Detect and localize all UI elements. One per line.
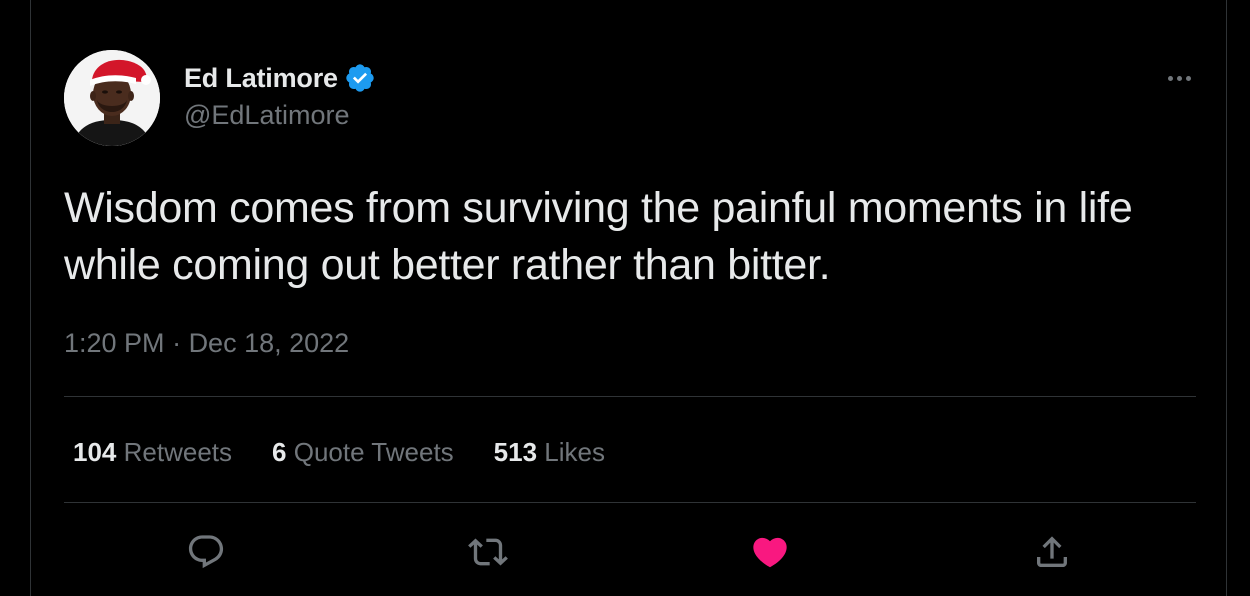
- retweets-stat[interactable]: 104 Retweets: [73, 437, 232, 468]
- share-button[interactable]: [1028, 528, 1076, 576]
- heart-icon: [753, 537, 787, 568]
- tweet-text: Wisdom comes from surviving the painful …: [64, 184, 1133, 289]
- timestamp-separator: ·: [164, 328, 189, 358]
- avatar-image: [64, 50, 160, 146]
- like-button[interactable]: [746, 528, 794, 576]
- action-bar: [31, 528, 1228, 576]
- quotes-count: 6: [272, 436, 287, 467]
- tweet-date[interactable]: Dec 18, 2022: [189, 328, 350, 359]
- likes-count: 513: [493, 436, 538, 467]
- more-dot-icon: [1167, 75, 1173, 81]
- author-name[interactable]: Ed Latimore: [184, 63, 338, 94]
- likes-label: Likes: [544, 436, 605, 467]
- tweet-card: Ed Latimore @EdLatimore Wisdom comes fro…: [30, 0, 1227, 596]
- more-options-button[interactable]: [1159, 64, 1199, 92]
- retweet-button[interactable]: [464, 528, 512, 576]
- divider: [64, 502, 1196, 503]
- retweets-count: 104: [73, 436, 117, 467]
- divider: [64, 396, 1196, 397]
- avatar[interactable]: [64, 50, 160, 146]
- reply-icon: [188, 535, 224, 569]
- more-dot-icon: [1176, 75, 1182, 81]
- reply-button[interactable]: [182, 528, 230, 576]
- likes-stat[interactable]: 513 Likes: [494, 437, 605, 468]
- quotes-label: Quote Tweets: [293, 436, 454, 467]
- verified-badge-icon: [344, 62, 376, 94]
- share-icon: [1037, 536, 1067, 567]
- tweet-timestamp[interactable]: 1:20 PM · Dec 18, 2022: [64, 328, 349, 359]
- author-name-row[interactable]: Ed Latimore: [184, 60, 376, 96]
- retweet-icon: [468, 538, 508, 566]
- quotes-stat[interactable]: 6 Quote Tweets: [272, 437, 454, 468]
- author-handle[interactable]: @EdLatimore: [184, 100, 349, 131]
- engagement-stats: 104 Retweets 6 Quote Tweets 513 Likes: [73, 434, 645, 470]
- tweet-time[interactable]: 1:20 PM: [64, 328, 165, 359]
- more-dot-icon: [1185, 75, 1191, 81]
- retweets-label: Retweets: [123, 436, 233, 467]
